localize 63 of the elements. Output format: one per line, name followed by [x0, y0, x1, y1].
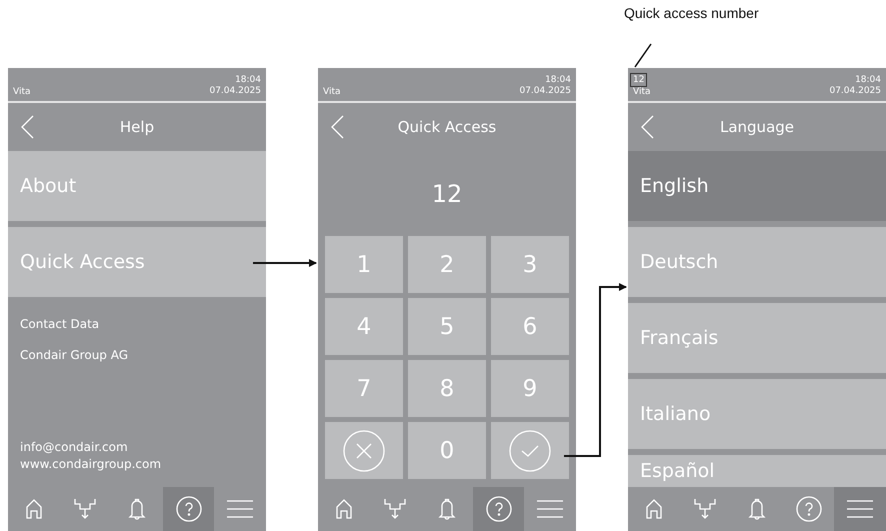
digit-key[interactable]: 0 [408, 422, 486, 479]
home-icon [336, 499, 352, 519]
info-text: Contact Data [20, 317, 100, 331]
cancel-icon [343, 430, 385, 472]
digit-key[interactable]: 9 [491, 360, 569, 417]
info-text: Condair Group AG [20, 348, 130, 362]
cancel-button[interactable] [325, 422, 403, 479]
digit-key[interactable]: 7 [325, 360, 403, 417]
screen-title: Quick Access [398, 118, 496, 136]
menu-item[interactable]: About [8, 151, 266, 221]
nav-button[interactable] [162, 487, 214, 531]
screen-title: Help [120, 118, 154, 136]
confirm-button[interactable] [491, 422, 569, 479]
digit-key[interactable]: 5 [408, 298, 486, 355]
back-icon[interactable] [330, 115, 344, 139]
help-icon [176, 496, 202, 522]
contact-text: www.condairgroup.com [20, 456, 162, 473]
time: 18:04 [545, 75, 571, 86]
menu-icon [227, 500, 254, 518]
language-item[interactable]: Deutsch [628, 227, 886, 297]
digit-key[interactable]: 1 [325, 236, 403, 293]
bell-icon [748, 498, 766, 520]
tank-drain-icon [74, 498, 96, 520]
language-item[interactable]: Italiano [628, 379, 886, 449]
help-icon [796, 496, 822, 522]
language-item[interactable]: English [628, 151, 886, 221]
digit-key[interactable]: 2 [408, 236, 486, 293]
device-name: Vita [13, 87, 31, 97]
device-name: Vita [323, 87, 341, 97]
tank-drain-icon [384, 498, 406, 520]
home-icon [646, 499, 662, 519]
leader-line [634, 44, 652, 68]
language-item[interactable]: Español [628, 455, 886, 487]
date: 07.04.2025 [519, 86, 571, 97]
screen-title: Language [720, 118, 794, 136]
digit-key[interactable]: 8 [408, 360, 486, 417]
annotation-label: Quick access number [624, 5, 759, 21]
date: 07.04.2025 [209, 86, 261, 97]
bell-icon [438, 498, 456, 520]
tank-drain-icon [694, 498, 716, 520]
language-item[interactable]: Français [628, 303, 886, 373]
nav-button[interactable] [472, 487, 524, 531]
menu-icon [537, 500, 564, 518]
entered-number: 12 [432, 180, 462, 208]
bell-icon [128, 498, 146, 520]
date: 07.04.2025 [829, 86, 881, 97]
menu-icon [847, 500, 874, 518]
menu-item[interactable]: Quick Access [8, 227, 266, 297]
nav-button[interactable] [834, 487, 886, 531]
time: 18:04 [855, 75, 881, 86]
device-name: Vita [633, 87, 651, 97]
check-icon [509, 430, 551, 472]
time: 18:04 [235, 75, 261, 86]
digit-key[interactable]: 3 [491, 236, 569, 293]
help-icon [486, 496, 512, 522]
back-icon[interactable] [20, 115, 34, 139]
flow-arrow [253, 259, 317, 267]
back-icon[interactable] [640, 115, 654, 139]
home-icon [26, 499, 42, 519]
quick-access-number: 12 [630, 73, 648, 87]
digit-key[interactable]: 4 [325, 298, 403, 355]
digit-key[interactable]: 6 [491, 298, 569, 355]
contact-text: info@condair.com [20, 439, 129, 456]
